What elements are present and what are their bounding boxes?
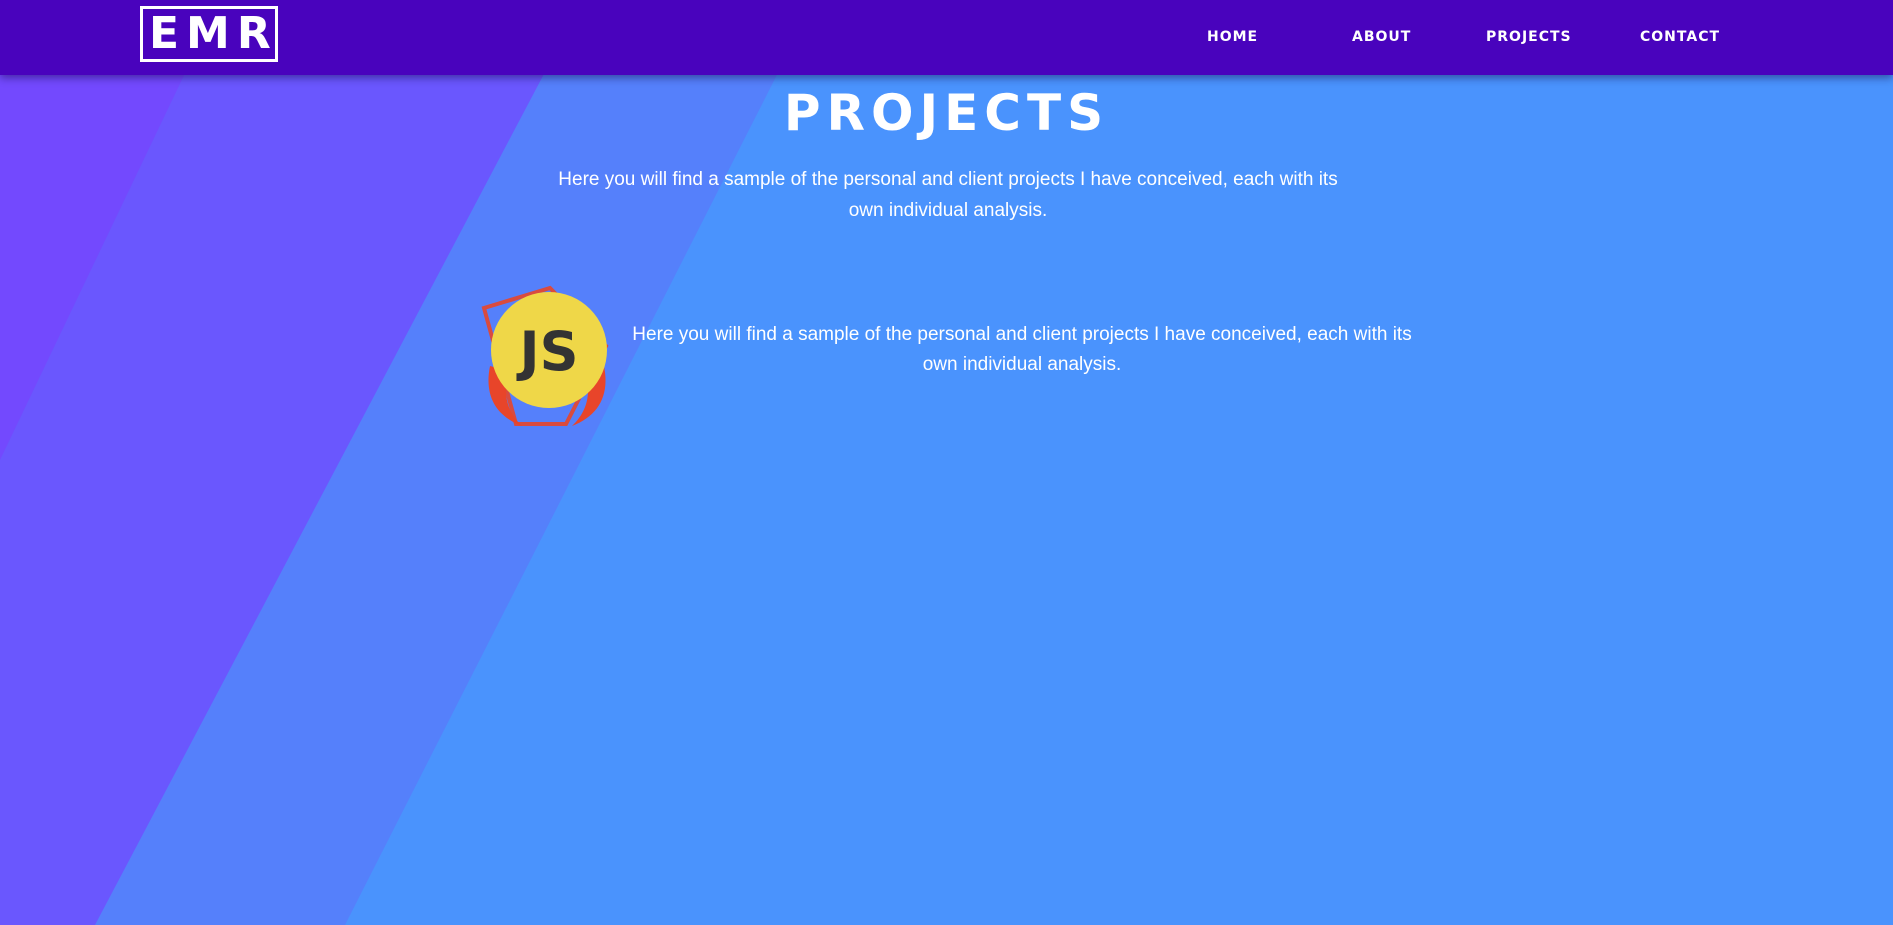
intro-text: Here you will find a sample of the perso…: [558, 169, 1338, 221]
nav-link-home[interactable]: HOME: [1207, 28, 1258, 46]
javascript-logo-icon[interactable]: JS: [476, 276, 618, 426]
nav-link-about[interactable]: ABOUT: [1352, 28, 1411, 46]
nav-link-contact[interactable]: CONTACT: [1640, 28, 1720, 46]
project-card[interactable]: JS Here you will find a sample of the pe…: [476, 276, 1436, 436]
navbar: EMR HOME ABOUT PROJECTS CONTACT: [0, 0, 1893, 75]
page-title: PROJECTS: [783, 84, 1110, 142]
logo[interactable]: EMR: [140, 6, 278, 62]
nav-link-projects[interactable]: PROJECTS: [1486, 28, 1572, 46]
js-logo-text: JS: [516, 320, 579, 383]
project-description: Here you will find a sample of the perso…: [632, 324, 1412, 375]
